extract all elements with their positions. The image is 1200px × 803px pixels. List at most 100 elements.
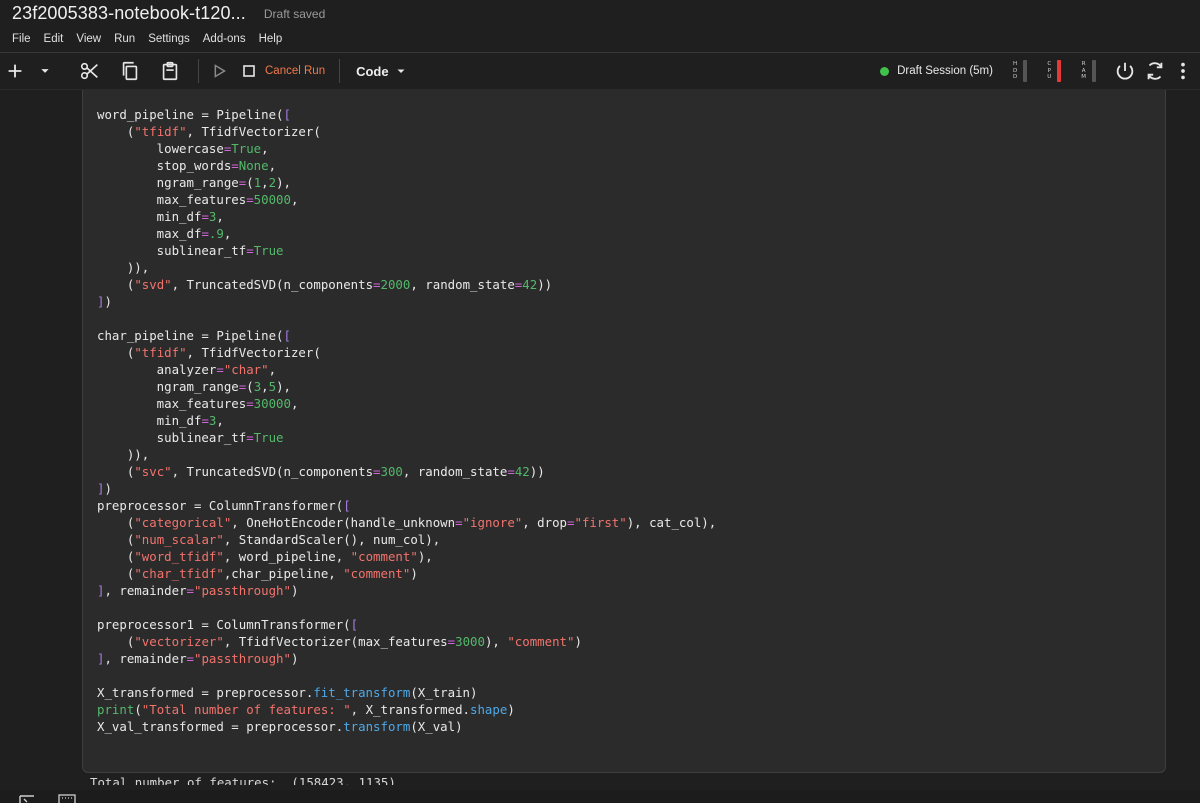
cancel-run-label: Cancel Run [265,65,326,77]
code-token: , remainder [104,583,187,598]
code-token: , random_state [410,277,515,292]
code-line: preprocessor = ColumnTransformer([ [97,497,716,514]
output-text: Total number of features: (158423, 1135) [90,777,396,785]
console-icon[interactable] [18,794,36,803]
menu-addons[interactable]: Add-ons [203,33,246,45]
code-token: , [268,362,277,377]
code-line: max_features=50000, [97,191,716,208]
paste-button[interactable] [156,52,184,90]
code-token: , remainder [104,651,187,666]
code-token: ) [290,583,299,598]
code-token: , [223,226,232,241]
cell-type-select[interactable]: Code [356,52,409,90]
code-token: "tfidf" [134,345,187,360]
code-token: 42 [522,277,538,292]
code-token: "comment" [350,549,418,564]
menu-edit[interactable]: Edit [44,33,64,45]
code-token: ) [104,481,112,496]
code-token: "char_tfidf" [134,566,224,581]
restart-button[interactable] [1140,52,1170,90]
code-line: ​ [97,310,716,327]
code-token: preprocessor = ColumnTransformer( [97,498,344,513]
code-token: "tfidf" [134,124,187,139]
code-token: , TfidfVectorizer(max_features [223,634,448,649]
code-line: ]) [97,480,716,497]
code-token: ( [97,277,135,292]
code-token: "first" [574,515,627,530]
add-cell-button[interactable] [0,52,30,90]
ram-meter[interactable]: R A M [1081,52,1096,90]
code-line: ("vectorizer", TfidfVectorizer(max_featu… [97,633,716,650]
code-token: max_df [97,226,202,241]
code-line: ("tfidf", TfidfVectorizer( [97,344,716,361]
code-line: ("categorical", OneHotEncoder(handle_unk… [97,514,716,531]
code-token: print [97,702,135,717]
code-token: [ [283,107,291,122]
code-token: ( [134,702,142,717]
code-token: = [186,583,194,598]
code-line: ], remainder="passthrough") [97,582,716,599]
code-token: = [216,362,224,377]
code-token: [ [343,498,351,513]
code-line: ("num_scalar", StandardScaler(), num_col… [97,531,716,548]
cell-output: Total number of features: (158423, 1135) [90,777,396,785]
code-token: = [201,209,209,224]
code-token: max_features [97,396,247,411]
code-token: = [186,651,194,666]
add-cell-dropdown-button[interactable] [34,52,56,90]
code-token: , TruncatedSVD(n_components [171,464,374,479]
code-token: = [447,634,456,649]
code-token: ) [507,702,515,717]
run-cell-button[interactable] [205,52,233,90]
code-line: lowercase=True, [97,140,716,157]
code-token: "comment" [507,634,575,649]
code-token: char_pipeline = Pipeline( [97,328,284,343]
code-token: fit_transform [313,685,411,700]
code-token: 30000 [253,396,291,411]
copy-button[interactable] [116,52,144,90]
bottom-bar [0,790,1200,803]
toolbar: Cancel Run Code Draft Session (5m) H D D… [0,52,1200,90]
code-token: , [216,413,224,428]
code-token: )), [97,260,150,275]
code-editor[interactable]: word_pipeline = Pipeline([ ("tfidf", Tfi… [97,106,716,735]
menu-view[interactable]: View [76,33,101,45]
code-token: ngram_range [97,175,239,190]
code-token: preprocessor1 = ColumnTransformer( [97,617,351,632]
more-options-button[interactable] [1170,52,1196,90]
code-token: 300 [380,464,403,479]
code-token: , TfidfVectorizer( [186,124,321,139]
menu-settings[interactable]: Settings [148,33,190,45]
code-token: "svd" [134,277,172,292]
code-token: stop_words [97,158,232,173]
menu-file[interactable]: File [12,33,31,45]
code-token: = [246,430,254,445]
cut-icon [80,62,98,80]
code-token: [ [283,328,291,343]
hdd-meter[interactable]: H D D [1012,52,1028,90]
code-token: ( [97,515,135,530]
code-token: , [290,396,299,411]
code-line: )), [97,446,716,463]
notebook-title[interactable]: 23f2005383-notebook-t120... [12,3,246,24]
menu-help[interactable]: Help [259,33,283,45]
session-status[interactable]: Draft Session (5m) [880,52,993,90]
code-line: ​ [97,667,716,684]
code-token: , TruncatedSVD(n_components [171,277,374,292]
menu-run[interactable]: Run [114,33,135,45]
hdd-meter-label: H D D [1012,61,1018,81]
code-token: "categorical" [134,515,232,530]
cut-button[interactable] [76,52,104,90]
cancel-run-button[interactable]: Cancel Run [241,52,325,90]
cpu-meter[interactable]: C P U [1047,52,1062,90]
code-token: ) [290,651,299,666]
code-token: "char" [223,362,269,377]
power-button[interactable] [1110,52,1140,90]
code-token: "Total number of features: " [141,702,351,717]
code-token: , [261,175,269,190]
keyboard-icon[interactable] [58,794,76,803]
code-line: print("Total number of features: ", X_tr… [97,701,716,718]
code-token: = [246,243,254,258]
code-line: ]) [97,293,716,310]
code-cell[interactable]: word_pipeline = Pipeline([ ("tfidf", Tfi… [82,90,1166,773]
